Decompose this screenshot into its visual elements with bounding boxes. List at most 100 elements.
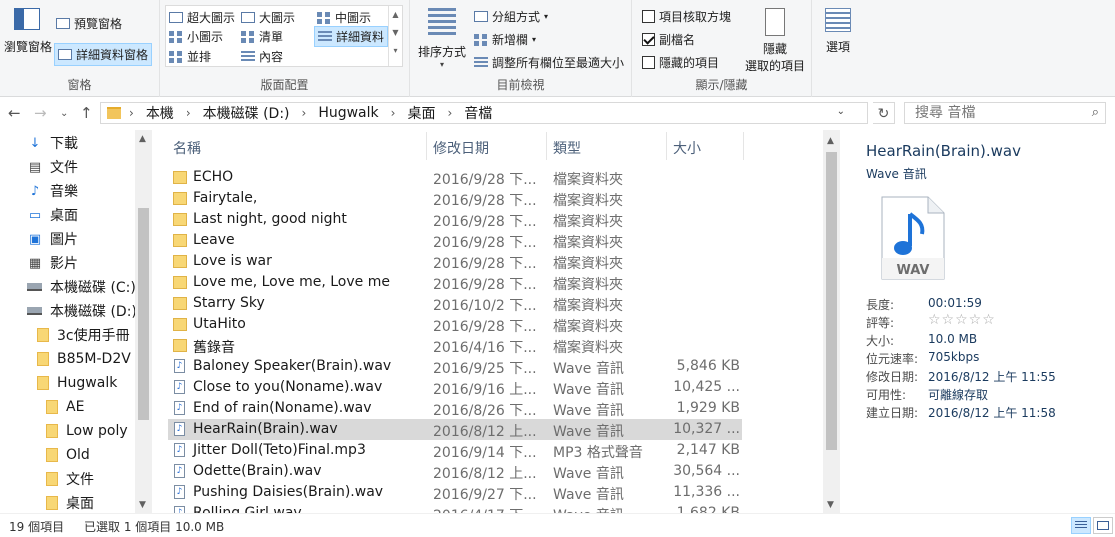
- breadcrumb-separator[interactable]: ›: [129, 106, 134, 120]
- breadcrumb-separator[interactable]: ›: [447, 106, 452, 120]
- folder-row[interactable]: Starry Sky 2016/10/2 下... 檔案資料夾: [168, 293, 742, 314]
- file-row[interactable]: ♪ Rolling Girl.wav 2016/4/17 下... Wave 音訊 1,…: [168, 503, 742, 513]
- up-arrow-icon[interactable]: ↑: [80, 104, 93, 122]
- folder-row[interactable]: Last night, good night 2016/9/28 下... 檔案資料…: [168, 209, 742, 230]
- item-checkboxes-checkbox[interactable]: [642, 10, 655, 23]
- view-large-icons[interactable]: 大圖示: [241, 9, 295, 26]
- scroll-up-icon[interactable]: ▲: [827, 136, 834, 146]
- folder-row[interactable]: Love me, Love me, Love me 2016/9/28 下... 檔…: [168, 272, 742, 293]
- nav-item[interactable]: B85M-D2V: [37, 348, 131, 370]
- hidden-items-checkbox[interactable]: [642, 56, 655, 69]
- view-content[interactable]: 內容: [241, 48, 283, 65]
- nav-item[interactable]: 文件: [46, 468, 94, 490]
- nav-item-label: Old: [66, 447, 90, 463]
- folder-row[interactable]: Love is war 2016/9/28 下... 檔案資料夾: [168, 251, 742, 272]
- nav-item[interactable]: Hugwalk: [37, 372, 117, 394]
- file-row[interactable]: ♪ Baloney Speaker(Brain).wav 2016/9/25 下..…: [168, 356, 742, 377]
- view-medium-icons[interactable]: 中圖示: [317, 9, 371, 26]
- recent-locations-chevron-icon[interactable]: ⌄: [60, 108, 68, 119]
- hidden-items-toggle[interactable]: 隱藏的項目: [642, 54, 719, 71]
- cell-name: End of rain(Noname).wav: [193, 400, 372, 416]
- nav-item[interactable]: ▣ 圖片: [27, 228, 78, 250]
- view-tiles[interactable]: 並排: [169, 48, 211, 65]
- file-row[interactable]: ♪ Pushing Daisies(Brain).wav 2016/9/27 下..…: [168, 482, 742, 503]
- file-row[interactable]: ♪ End of rain(Noname).wav 2016/8/26 下... Wa…: [168, 398, 742, 419]
- nav-item[interactable]: AE: [46, 396, 84, 418]
- refresh-icon[interactable]: ↻: [873, 102, 895, 124]
- column-header-type[interactable]: 類型: [553, 138, 581, 158]
- nav-item[interactable]: ▭ 桌面: [27, 204, 78, 226]
- breadcrumb-0[interactable]: 本機: [146, 103, 174, 123]
- view-extra-large-icons[interactable]: 超大圖示: [169, 9, 235, 26]
- view-small-icons[interactable]: 小圖示: [169, 28, 223, 45]
- view-list[interactable]: 清單: [241, 28, 283, 45]
- nav-item[interactable]: ▤ 文件: [27, 156, 78, 178]
- preview-pane-button[interactable]: 預覽窗格: [56, 15, 122, 32]
- details-view-toggle[interactable]: [1071, 517, 1091, 534]
- file-list-scroll-thumb[interactable]: [826, 152, 837, 450]
- scroll-down-icon[interactable]: ▼: [139, 500, 146, 510]
- folder-row[interactable]: Leave 2016/9/28 下... 檔案資料夾: [168, 230, 742, 251]
- file-row[interactable]: ♪ HearRain(Brain).wav 2016/8/12 上... Wave 音…: [168, 419, 742, 440]
- size-columns-button[interactable]: 調整所有欄位至最適大小: [474, 54, 624, 71]
- sort-by-button[interactable]: 排序方式 ▾: [416, 8, 468, 69]
- breadcrumb-4[interactable]: 音檔: [464, 103, 492, 123]
- details-pane-button[interactable]: 詳細資料窗格: [54, 43, 153, 66]
- nav-item[interactable]: ▦ 影片: [27, 252, 78, 274]
- folder-row[interactable]: 舊錄音 2016/4/16 下... 檔案資料夾: [168, 335, 742, 356]
- breadcrumb-separator[interactable]: ›: [391, 106, 396, 120]
- large-icons-view-toggle[interactable]: [1093, 517, 1113, 534]
- cell-date: 2016/4/16 下...: [433, 340, 537, 356]
- breadcrumb-2[interactable]: Hugwalk: [318, 105, 378, 121]
- hide-selected-button[interactable]: 隱藏 選取的項目: [740, 8, 810, 74]
- add-columns-button[interactable]: 新增欄 ▾: [474, 31, 536, 48]
- breadcrumb-3[interactable]: 桌面: [407, 103, 435, 123]
- layout-gallery-scroll[interactable]: ▲ ▼ ▾: [388, 6, 402, 66]
- rating-stars[interactable]: ☆☆☆☆☆: [928, 312, 996, 328]
- navigation-pane-button[interactable]: 瀏覽窗格: [4, 8, 52, 66]
- column-divider[interactable]: [743, 132, 744, 160]
- nav-item[interactable]: ♪ 音樂: [27, 180, 78, 202]
- scroll-down-icon[interactable]: ▼: [827, 500, 834, 510]
- address-dropdown-icon[interactable]: ⌄: [837, 106, 845, 117]
- breadcrumb-separator[interactable]: ›: [302, 106, 307, 120]
- column-header-size[interactable]: 大小: [673, 138, 701, 158]
- folder-row[interactable]: Fairytale, 2016/9/28 下... 檔案資料夾: [168, 188, 742, 209]
- cell-name: Baloney Speaker(Brain).wav: [193, 358, 392, 374]
- column-header-date[interactable]: 修改日期: [433, 138, 489, 158]
- back-arrow-icon[interactable]: ←: [8, 104, 21, 122]
- column-divider[interactable]: [666, 132, 667, 160]
- nav-item[interactable]: ↓ 下載: [27, 132, 78, 154]
- column-header-name[interactable]: 名稱: [173, 138, 201, 158]
- folder-row[interactable]: UtaHito 2016/9/28 下... 檔案資料夾: [168, 314, 742, 335]
- tiles-icon: [169, 50, 183, 63]
- forward-arrow-icon[interactable]: →: [34, 104, 47, 122]
- folder-icon: [37, 376, 49, 390]
- address-bar[interactable]: › 本機 › 本機磁碟 (D:) › Hugwalk › 桌面 › 音檔 ⌄: [100, 102, 868, 124]
- file-extensions-checkbox[interactable]: [642, 33, 655, 46]
- nav-scrollbar[interactable]: ▲ ▼: [135, 130, 152, 513]
- view-details[interactable]: 詳細資料: [314, 26, 389, 47]
- file-row[interactable]: ♪ Odette(Brain).wav 2016/8/12 上... Wave 音訊 3…: [168, 461, 742, 482]
- nav-item[interactable]: 本機磁碟 (D:): [27, 300, 137, 322]
- nav-item[interactable]: Low poly: [46, 420, 128, 442]
- group-by-button[interactable]: 分組方式 ▾: [474, 8, 548, 25]
- nav-item[interactable]: 桌面: [46, 492, 94, 513]
- column-divider[interactable]: [546, 132, 547, 160]
- breadcrumb-separator[interactable]: ›: [186, 106, 191, 120]
- file-row[interactable]: ♪ Close to you(Noname).wav 2016/9/16 上... W…: [168, 377, 742, 398]
- nav-item[interactable]: 3c使用手冊: [37, 324, 130, 346]
- breadcrumb-1[interactable]: 本機磁碟 (D:): [203, 103, 290, 123]
- item-checkboxes-toggle[interactable]: 項目核取方塊: [642, 8, 731, 25]
- nav-item[interactable]: Old: [46, 444, 90, 466]
- column-divider[interactable]: [426, 132, 427, 160]
- options-button[interactable]: 選項: [818, 8, 858, 55]
- nav-item[interactable]: 本機磁碟 (C:): [27, 276, 136, 298]
- nav-scroll-thumb[interactable]: [138, 208, 149, 420]
- file-extensions-toggle[interactable]: 副檔名: [642, 31, 695, 48]
- file-list-scrollbar[interactable]: ▲ ▼: [823, 130, 840, 513]
- file-row[interactable]: ♪ Jitter Doll(Teto)Final.mp3 2016/9/14 下..…: [168, 440, 742, 461]
- folder-row[interactable]: ECHO 2016/9/28 下... 檔案資料夾: [168, 167, 742, 188]
- search-box[interactable]: 搜尋 音檔 ⌕: [904, 102, 1106, 124]
- scroll-up-icon[interactable]: ▲: [139, 134, 146, 144]
